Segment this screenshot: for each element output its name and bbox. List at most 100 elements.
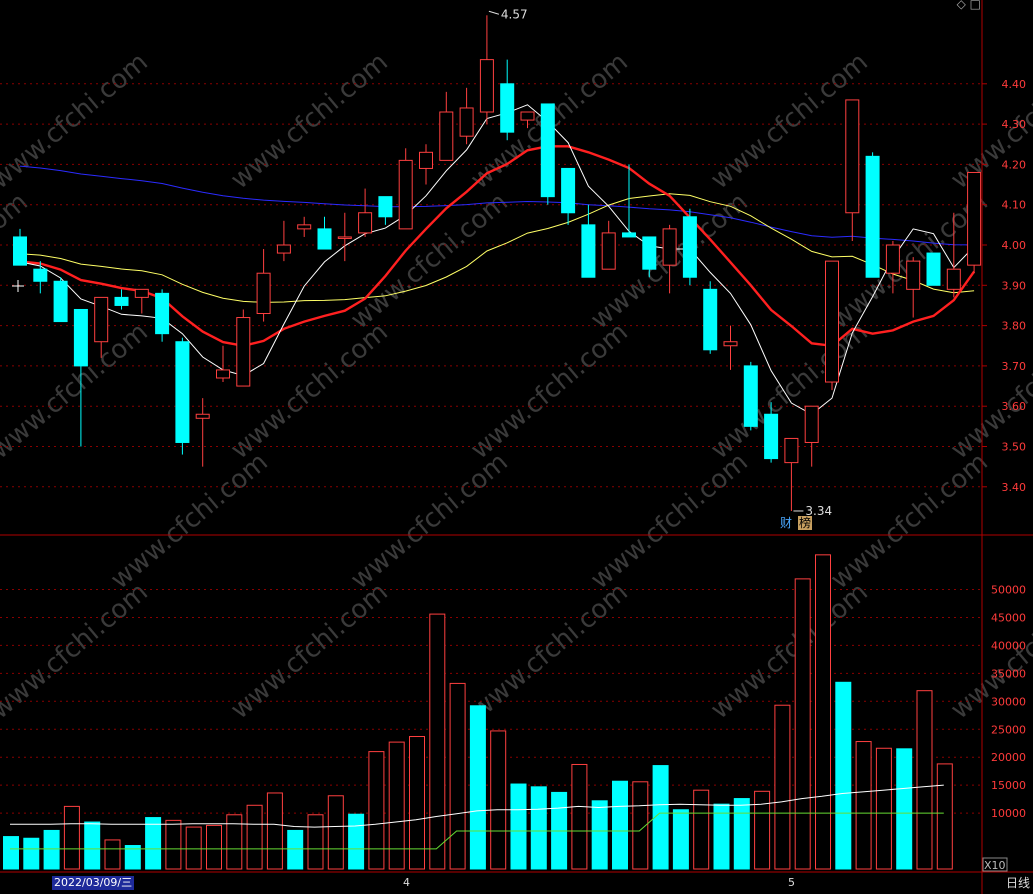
list-badge[interactable]: 榜 [798,516,813,530]
price-tick-label: 4.20 [1002,158,1027,171]
volume-bar [875,747,892,870]
candle [479,15,494,125]
volume-bar [185,826,202,870]
candle-body [906,260,921,290]
price-tick-label: 4.10 [1002,199,1027,212]
candle-body [561,167,576,214]
candle-body [439,111,454,161]
period-label[interactable]: 日线 [1006,876,1030,890]
month-marker-4: 4 [403,876,410,889]
watermark-text: www.cfchi.com [225,577,394,725]
candle [317,216,332,250]
candle-body [256,272,271,315]
diamond-icon[interactable]: ◇ [957,0,966,11]
candle-body [825,260,839,383]
watermark-text: www.cfchi.com [345,187,514,335]
volume-bar [327,795,344,870]
watermark-text: www.cfchi.com [825,447,994,595]
volume-bar [936,763,953,870]
candle [926,252,941,286]
price-tick-label: 3.50 [1002,441,1027,454]
volume-bar [815,554,831,870]
price-tick-label: 3.40 [1002,481,1027,494]
candle [601,220,616,270]
watermark-text: www.cfchi.com [345,447,514,595]
volume-bar [591,800,608,870]
candle-body [378,196,393,218]
candle [784,437,799,511]
candle-body [419,151,433,169]
volume-bar [855,741,872,870]
volume-bar [307,814,324,870]
volume-bar [612,780,628,870]
price-tick-label: 4.30 [1002,118,1027,131]
candle [723,325,738,370]
candle-body [662,228,677,266]
candle [195,398,210,467]
candle-body [703,288,718,351]
candle [439,91,454,161]
candle-body [13,236,27,266]
volume-bar [672,809,689,870]
volume-bar [713,803,730,870]
candle-body [865,155,880,278]
candle-body [276,244,291,254]
candle [13,228,27,266]
candle-body [642,236,657,270]
candle-body [358,212,373,234]
volume-bar [754,790,771,870]
volume-bar [226,814,243,870]
price-tick-label: 4.40 [1002,78,1027,91]
volume-bar [774,704,791,870]
candle-body [967,171,982,266]
volume-bar [165,819,182,870]
candle-body [540,103,555,198]
candle [967,171,982,274]
volume-bar [3,836,19,870]
candle-body [398,159,413,230]
candle-body [520,111,535,121]
watermark-text: www.cfchi.com [225,317,394,465]
candle [276,220,291,262]
volume-bar [23,837,40,870]
volume-bar [896,748,913,870]
square-icon[interactable]: □ [970,0,981,11]
volume-tick-label: 25000 [991,723,1026,736]
volume-tick-label: 20000 [991,751,1026,764]
price-tick-label: 3.90 [1002,279,1027,292]
candle-body [337,236,352,239]
crosshair-marker [12,280,24,292]
candle [825,260,839,391]
candle-body [114,296,129,306]
volume-tick-label: 45000 [991,611,1026,624]
volume-bar [43,829,60,870]
watermark-text: www.cfchi.com [465,577,634,725]
candle [216,345,230,383]
candle [398,148,413,230]
volume-bar [63,805,80,870]
kline-chart[interactable]: www.cfchi.com www.cfchi.com www.cfchi.com w… [0,0,1033,894]
candle [561,167,576,225]
finance-badge[interactable]: 财 [780,516,792,530]
candle-body [500,83,515,133]
volume-bar [835,681,852,870]
candle [297,216,312,237]
candle-body [317,228,332,250]
candle [256,249,271,322]
volume-bar [287,829,304,870]
watermark-text: www.cfchi.com [225,47,394,195]
volume-tick-label: 15000 [991,779,1026,792]
top-right-icons[interactable]: ◇ □ [957,0,981,11]
price-tick-label: 4.00 [1002,239,1027,252]
candle-body [946,268,961,290]
volume-bar [429,613,446,870]
candle-body [236,317,251,387]
date-label: 2022/03/09/三 [52,876,135,890]
price-tick-label: 3.70 [1002,360,1027,373]
candle [682,208,697,286]
volume-tick-label: 10000 [991,807,1026,820]
candle [540,103,555,205]
volume-bar [368,751,385,870]
volume-tick-label: 40000 [991,639,1026,652]
candle [865,152,880,278]
